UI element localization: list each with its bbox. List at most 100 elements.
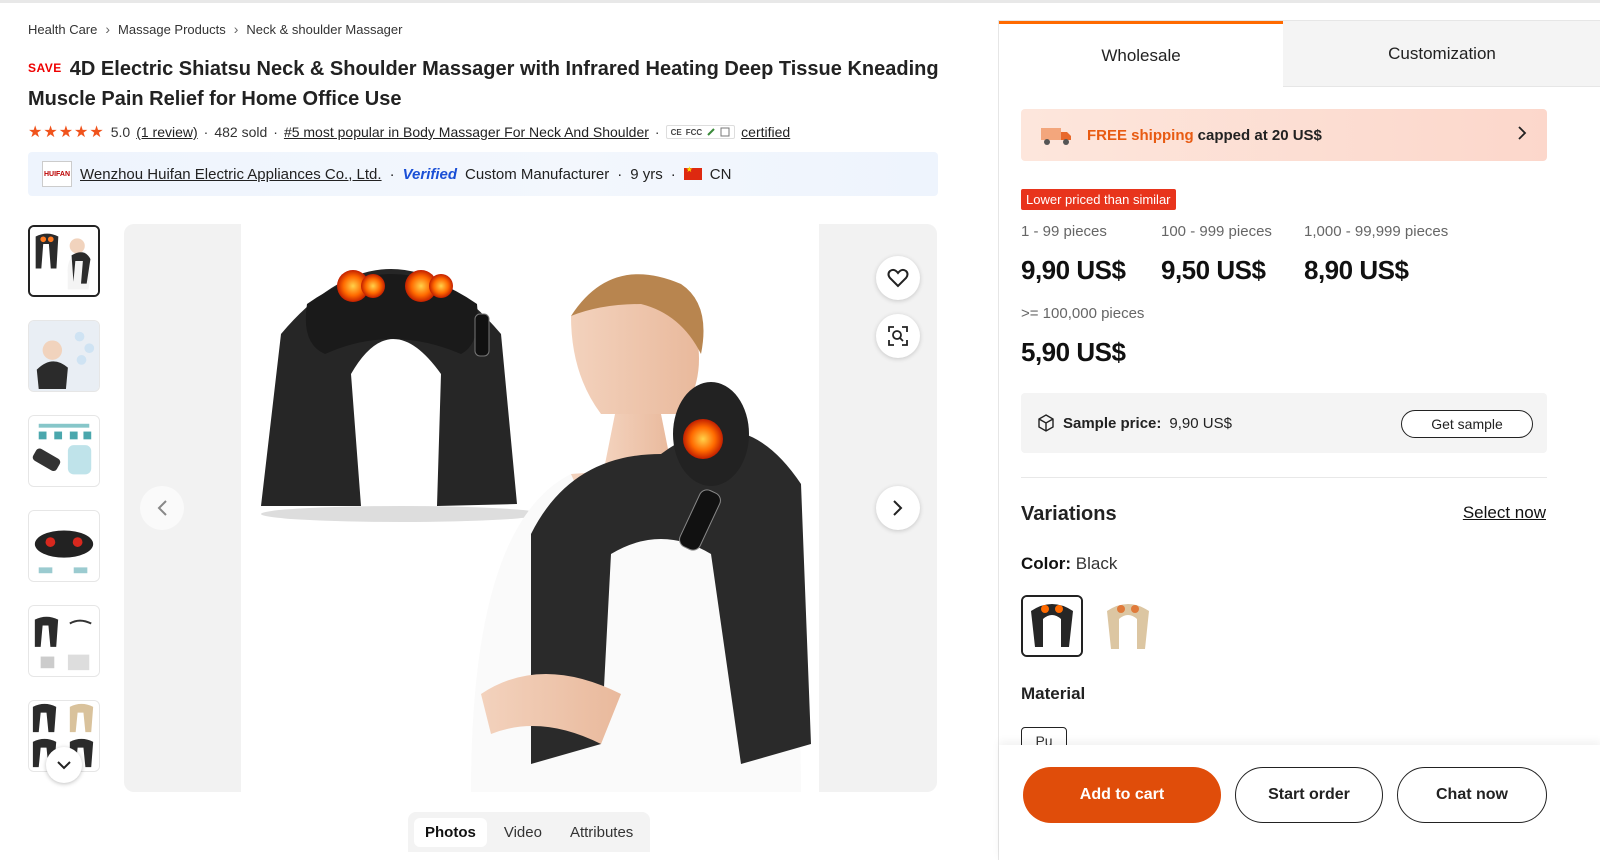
- add-to-cart-button[interactable]: Add to cart: [1023, 767, 1221, 823]
- sample-price-value: 9,90 US$: [1169, 414, 1232, 432]
- product-main-column: Health Care › Massage Products › Neck & …: [28, 0, 940, 860]
- reviews-link[interactable]: (1 review): [136, 124, 197, 140]
- supplier-years: 9 yrs: [630, 165, 663, 183]
- smart-button-thumbnail-image: [29, 416, 99, 486]
- variations-title: Variations: [1021, 503, 1117, 525]
- sample-price-box: Sample price: 9,90 US$ Get sample: [1021, 393, 1547, 453]
- action-bar: Add to cart Start order Chat now: [999, 745, 1600, 860]
- heating-thumbnail-image: [29, 511, 99, 581]
- tier-2-price: 9,50 US$: [1161, 255, 1266, 285]
- select-now-link[interactable]: Select now: [1463, 503, 1546, 523]
- thumbnails-scroll-down-button[interactable]: [46, 747, 82, 783]
- save-badge: SAVE: [28, 61, 62, 75]
- color-swatch-black[interactable]: [1021, 595, 1083, 657]
- usage-thumbnail-image: [29, 321, 99, 391]
- shipping-cap-text: capped at 20 US$: [1197, 126, 1322, 144]
- next-image-button[interactable]: [876, 486, 920, 530]
- thumbnail-2[interactable]: [28, 320, 100, 392]
- massager-thumbnail-image: [30, 227, 98, 295]
- black-massager-swatch-image: [1023, 597, 1081, 655]
- tier-4-price: 5,90 US$: [1021, 337, 1126, 367]
- free-shipping-label: FREE shipping: [1087, 126, 1194, 144]
- meta-separator: ·: [670, 165, 676, 183]
- meta-separator: ·: [273, 124, 278, 140]
- main-product-image-viewer: [124, 224, 937, 792]
- heart-icon: [887, 268, 909, 288]
- box-icon: [1038, 414, 1054, 432]
- tab-photos[interactable]: Photos: [414, 817, 487, 847]
- image-search-button[interactable]: [876, 314, 920, 358]
- supplier-logo: HUIFAN: [42, 161, 72, 187]
- product-meta: ★★★★★ 5.0 (1 review) · 482 sold · #5 mos…: [28, 122, 790, 142]
- beige-massager-swatch-image: [1097, 595, 1159, 657]
- thumbnail-3[interactable]: [28, 415, 100, 487]
- previous-image-button[interactable]: [140, 486, 184, 530]
- tab-customization[interactable]: Customization: [1283, 21, 1600, 87]
- purchase-tabs: Wholesale Customization: [999, 21, 1600, 87]
- tab-video[interactable]: Video: [493, 818, 553, 847]
- thumbnail-5[interactable]: [28, 605, 100, 677]
- get-sample-button[interactable]: Get sample: [1401, 410, 1533, 438]
- truck-icon: [1041, 128, 1071, 145]
- sample-price-label: Sample price:: [1063, 414, 1162, 432]
- product-title-text: 4D Electric Shiatsu Neck & Shoulder Mass…: [28, 58, 939, 110]
- lower-price-badge: Lower priced than similar: [1021, 189, 1176, 210]
- ce-mark-icon: CE: [670, 127, 682, 137]
- breadcrumb-health-care[interactable]: Health Care: [28, 22, 97, 37]
- supplier-type: Custom Manufacturer: [465, 165, 610, 183]
- certification-icons: CE FCC: [665, 125, 736, 139]
- breadcrumb-massage-products[interactable]: Massage Products: [118, 22, 226, 37]
- tier-1-quantity: 1 - 99 pieces: [1021, 223, 1107, 240]
- image-search-icon: [888, 326, 908, 346]
- thumbnail-1[interactable]: [28, 225, 100, 297]
- fcc-mark-icon: FCC: [685, 127, 703, 137]
- rohs-icon: [707, 128, 715, 136]
- tab-wholesale[interactable]: Wholesale: [999, 21, 1283, 87]
- start-order-button[interactable]: Start order: [1235, 767, 1383, 823]
- tier-2-quantity: 100 - 999 pieces: [1161, 223, 1272, 240]
- meta-separator: ·: [389, 165, 395, 183]
- color-swatch-beige[interactable]: [1097, 595, 1159, 657]
- chevron-down-icon: [57, 761, 71, 770]
- rating-value: 5.0: [110, 124, 131, 140]
- chevron-left-icon: [157, 500, 167, 516]
- media-tabs: Photos Video Attributes: [408, 812, 651, 852]
- tier-1-price: 9,90 US$: [1021, 255, 1126, 285]
- tier-3-price: 8,90 US$: [1304, 255, 1409, 285]
- material-title: Material: [1021, 684, 1086, 703]
- china-flag-icon: [683, 165, 702, 180]
- selected-color-value: Black: [1075, 554, 1118, 573]
- verified-badge: Verified: [402, 165, 458, 183]
- breadcrumb: Health Care › Massage Products › Neck & …: [28, 21, 402, 37]
- color-line: Color: Black: [1021, 554, 1117, 574]
- supplier-bar: HUIFAN Wenzhou Huifan Electric Appliance…: [28, 152, 938, 196]
- tier-3-quantity: 1,000 - 99,999 pieces: [1304, 223, 1449, 240]
- sold-count: 482 sold: [214, 124, 268, 140]
- popularity-rank-link[interactable]: #5 most popular in Body Massager For Nec…: [284, 124, 649, 140]
- chevron-right-icon: ›: [105, 21, 111, 37]
- chevron-right-icon: [893, 500, 903, 516]
- favorite-button[interactable]: [876, 256, 920, 300]
- package-contents-thumbnail-image: [29, 606, 99, 676]
- supplier-name-link[interactable]: Wenzhou Huifan Electric Appliances Co., …: [80, 166, 382, 183]
- tab-attributes[interactable]: Attributes: [559, 818, 644, 847]
- chevron-right-icon: ›: [233, 21, 239, 37]
- massager-product-image: [261, 269, 811, 792]
- thumbnail-4[interactable]: [28, 510, 100, 582]
- meta-separator: ·: [203, 124, 209, 140]
- product-title: SAVE 4D Electric Shiatsu Neck & Shoulder …: [28, 53, 940, 114]
- color-label: Color:: [1021, 554, 1072, 573]
- recycle-icon: [720, 127, 730, 137]
- supplier-country: CN: [709, 165, 732, 183]
- chevron-right-icon: [1518, 126, 1527, 140]
- certified-link[interactable]: certified: [741, 124, 790, 140]
- free-shipping-banner[interactable]: FREE shipping capped at 20 US$: [1021, 109, 1547, 161]
- rating-stars: ★★★★★: [28, 124, 105, 141]
- divider: [1021, 477, 1547, 478]
- breadcrumb-neck-shoulder[interactable]: Neck & shoulder Massager: [246, 22, 402, 37]
- chat-now-button[interactable]: Chat now: [1397, 767, 1547, 823]
- purchase-panel: Wholesale Customization FREE shipping ca…: [998, 20, 1600, 860]
- meta-separator: ·: [654, 124, 660, 140]
- main-product-photo: [241, 224, 819, 792]
- meta-separator: ·: [617, 165, 623, 183]
